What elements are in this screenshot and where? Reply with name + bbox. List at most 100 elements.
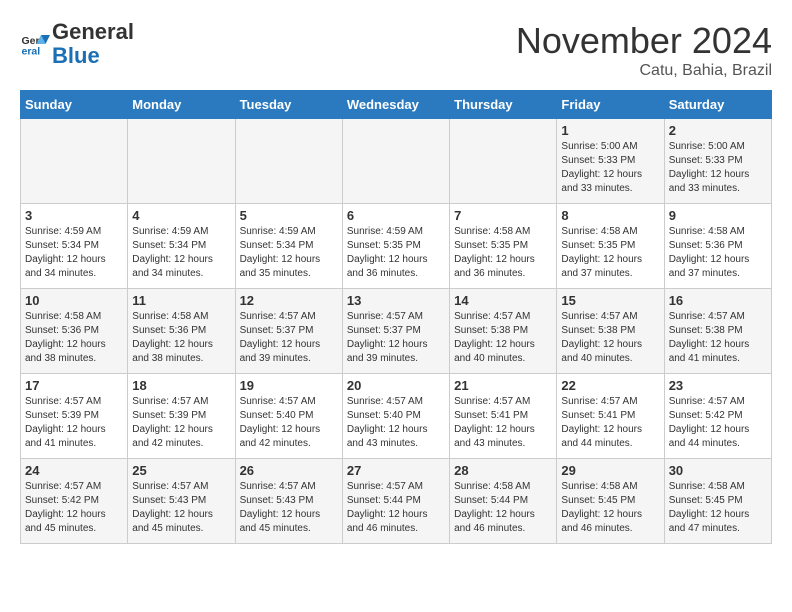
cell-4-6: 30Sunrise: 4:58 AM Sunset: 5:45 PM Dayli… bbox=[664, 459, 771, 544]
header-sunday: Sunday bbox=[21, 91, 128, 119]
day-number: 26 bbox=[240, 463, 338, 478]
day-number: 6 bbox=[347, 208, 445, 223]
day-info: Sunrise: 4:57 AM Sunset: 5:42 PM Dayligh… bbox=[669, 395, 767, 451]
header-saturday: Saturday bbox=[664, 91, 771, 119]
week-row-0: 1 Sunrise: 5:00 AM Sunset: 5:33 PM Daylig… bbox=[21, 119, 772, 204]
logo-line2: Blue bbox=[52, 44, 134, 68]
day-info: Sunrise: 4:57 AM Sunset: 5:38 PM Dayligh… bbox=[454, 310, 552, 366]
cell-1-3: 6 Sunrise: 4:59 AM Sunset: 5:35 PM Daylig… bbox=[342, 204, 449, 289]
day-number: 15 bbox=[561, 293, 659, 308]
day-number: 7 bbox=[454, 208, 552, 223]
day-number: 23 bbox=[669, 378, 767, 393]
day-info: Sunrise: 4:59 AM Sunset: 5:34 PM Dayligh… bbox=[25, 225, 123, 281]
week-row-4: 24 Sunrise: 4:57 AM Sunset: 5:42 PM Dayli… bbox=[21, 459, 772, 544]
cell-3-5: 22Sunrise: 4:57 AM Sunset: 5:41 PM Dayli… bbox=[557, 374, 664, 459]
day-info: Sunrise: 4:57 AM Sunset: 5:40 PM Dayligh… bbox=[347, 395, 445, 451]
day-number: 1 bbox=[561, 123, 659, 138]
cell-1-4: 7 Sunrise: 4:58 AM Sunset: 5:35 PM Daylig… bbox=[450, 204, 557, 289]
logo-icon: Gen eral bbox=[20, 29, 50, 59]
header-tuesday: Tuesday bbox=[235, 91, 342, 119]
cell-2-0: 10Sunrise: 4:58 AM Sunset: 5:36 PM Dayli… bbox=[21, 289, 128, 374]
cell-3-6: 23 Sunrise: 4:57 AM Sunset: 5:42 PM Dayli… bbox=[664, 374, 771, 459]
day-number: 2 bbox=[669, 123, 767, 138]
day-number: 24 bbox=[25, 463, 123, 478]
day-info: Sunrise: 4:57 AM Sunset: 5:39 PM Dayligh… bbox=[132, 395, 230, 451]
day-number: 18 bbox=[132, 378, 230, 393]
header: Gen eral General Blue November 2024 Catu… bbox=[20, 20, 772, 80]
cell-3-2: 19 Sunrise: 4:57 AM Sunset: 5:40 PM Dayli… bbox=[235, 374, 342, 459]
day-info: Sunrise: 4:57 AM Sunset: 5:38 PM Dayligh… bbox=[669, 310, 767, 366]
day-info: Sunrise: 4:57 AM Sunset: 5:41 PM Dayligh… bbox=[454, 395, 552, 451]
day-info: Sunrise: 4:58 AM Sunset: 5:36 PM Dayligh… bbox=[669, 225, 767, 281]
cell-1-6: 9 Sunrise: 4:58 AM Sunset: 5:36 PM Daylig… bbox=[664, 204, 771, 289]
cell-0-2 bbox=[235, 119, 342, 204]
cell-4-4: 28 Sunrise: 4:58 AM Sunset: 5:44 PM Dayli… bbox=[450, 459, 557, 544]
day-number: 13 bbox=[347, 293, 445, 308]
day-number: 21 bbox=[454, 378, 552, 393]
cell-4-1: 25Sunrise: 4:57 AM Sunset: 5:43 PM Dayli… bbox=[128, 459, 235, 544]
logo-text: General Blue bbox=[52, 20, 134, 68]
day-info: Sunrise: 4:58 AM Sunset: 5:35 PM Dayligh… bbox=[454, 225, 552, 281]
cell-4-0: 24 Sunrise: 4:57 AM Sunset: 5:42 PM Dayli… bbox=[21, 459, 128, 544]
day-number: 27 bbox=[347, 463, 445, 478]
cell-3-3: 20Sunrise: 4:57 AM Sunset: 5:40 PM Dayli… bbox=[342, 374, 449, 459]
day-info: Sunrise: 4:57 AM Sunset: 5:37 PM Dayligh… bbox=[347, 310, 445, 366]
day-info: Sunrise: 4:57 AM Sunset: 5:40 PM Dayligh… bbox=[240, 395, 338, 451]
cell-1-5: 8Sunrise: 4:58 AM Sunset: 5:35 PM Daylig… bbox=[557, 204, 664, 289]
logo-line1: General bbox=[52, 20, 134, 44]
month-title: November 2024 bbox=[516, 20, 772, 62]
cell-1-0: 3Sunrise: 4:59 AM Sunset: 5:34 PM Daylig… bbox=[21, 204, 128, 289]
cell-3-1: 18 Sunrise: 4:57 AM Sunset: 5:39 PM Dayli… bbox=[128, 374, 235, 459]
day-number: 12 bbox=[240, 293, 338, 308]
day-number: 16 bbox=[669, 293, 767, 308]
day-info: Sunrise: 4:59 AM Sunset: 5:34 PM Dayligh… bbox=[132, 225, 230, 281]
cell-1-1: 4 Sunrise: 4:59 AM Sunset: 5:34 PM Daylig… bbox=[128, 204, 235, 289]
cell-3-0: 17 Sunrise: 4:57 AM Sunset: 5:39 PM Dayli… bbox=[21, 374, 128, 459]
day-info: Sunrise: 4:57 AM Sunset: 5:42 PM Dayligh… bbox=[25, 480, 123, 536]
cell-4-2: 26 Sunrise: 4:57 AM Sunset: 5:43 PM Dayli… bbox=[235, 459, 342, 544]
cell-2-3: 13 Sunrise: 4:57 AM Sunset: 5:37 PM Dayli… bbox=[342, 289, 449, 374]
cell-2-2: 12 Sunrise: 4:57 AM Sunset: 5:37 PM Dayli… bbox=[235, 289, 342, 374]
day-info: Sunrise: 4:57 AM Sunset: 5:37 PM Dayligh… bbox=[240, 310, 338, 366]
header-wednesday: Wednesday bbox=[342, 91, 449, 119]
cell-1-2: 5Sunrise: 4:59 AM Sunset: 5:34 PM Daylig… bbox=[235, 204, 342, 289]
title-area: November 2024 Catu, Bahia, Brazil bbox=[516, 20, 772, 80]
cell-3-4: 21 Sunrise: 4:57 AM Sunset: 5:41 PM Dayli… bbox=[450, 374, 557, 459]
calendar-table: Sunday Monday Tuesday Wednesday Thursday… bbox=[20, 90, 772, 544]
cell-0-1 bbox=[128, 119, 235, 204]
day-info: Sunrise: 4:58 AM Sunset: 5:45 PM Dayligh… bbox=[561, 480, 659, 536]
day-number: 22 bbox=[561, 378, 659, 393]
location: Catu, Bahia, Brazil bbox=[516, 62, 772, 80]
day-number: 19 bbox=[240, 378, 338, 393]
day-number: 9 bbox=[669, 208, 767, 223]
day-info: Sunrise: 4:58 AM Sunset: 5:44 PM Dayligh… bbox=[454, 480, 552, 536]
day-number: 5 bbox=[240, 208, 338, 223]
day-info: Sunrise: 4:57 AM Sunset: 5:43 PM Dayligh… bbox=[240, 480, 338, 536]
cell-2-5: 15 Sunrise: 4:57 AM Sunset: 5:38 PM Dayli… bbox=[557, 289, 664, 374]
day-info: Sunrise: 4:57 AM Sunset: 5:38 PM Dayligh… bbox=[561, 310, 659, 366]
week-row-3: 17 Sunrise: 4:57 AM Sunset: 5:39 PM Dayli… bbox=[21, 374, 772, 459]
cell-0-4 bbox=[450, 119, 557, 204]
week-row-2: 10Sunrise: 4:58 AM Sunset: 5:36 PM Dayli… bbox=[21, 289, 772, 374]
cell-4-5: 29 Sunrise: 4:58 AM Sunset: 5:45 PM Dayli… bbox=[557, 459, 664, 544]
day-number: 4 bbox=[132, 208, 230, 223]
day-info: Sunrise: 4:58 AM Sunset: 5:35 PM Dayligh… bbox=[561, 225, 659, 281]
logo: Gen eral General Blue bbox=[20, 20, 134, 68]
header-friday: Friday bbox=[557, 91, 664, 119]
day-number: 28 bbox=[454, 463, 552, 478]
cell-2-6: 16 Sunrise: 4:57 AM Sunset: 5:38 PM Dayli… bbox=[664, 289, 771, 374]
day-number: 30 bbox=[669, 463, 767, 478]
cell-2-4: 14Sunrise: 4:57 AM Sunset: 5:38 PM Dayli… bbox=[450, 289, 557, 374]
day-number: 17 bbox=[25, 378, 123, 393]
week-row-1: 3Sunrise: 4:59 AM Sunset: 5:34 PM Daylig… bbox=[21, 204, 772, 289]
header-row: Sunday Monday Tuesday Wednesday Thursday… bbox=[21, 91, 772, 119]
day-info: Sunrise: 4:59 AM Sunset: 5:35 PM Dayligh… bbox=[347, 225, 445, 281]
day-info: Sunrise: 5:00 AM Sunset: 5:33 PM Dayligh… bbox=[561, 140, 659, 196]
cell-0-5: 1 Sunrise: 5:00 AM Sunset: 5:33 PM Daylig… bbox=[557, 119, 664, 204]
day-info: Sunrise: 4:57 AM Sunset: 5:39 PM Dayligh… bbox=[25, 395, 123, 451]
day-number: 29 bbox=[561, 463, 659, 478]
cell-0-6: 2Sunrise: 5:00 AM Sunset: 5:33 PM Daylig… bbox=[664, 119, 771, 204]
day-info: Sunrise: 4:58 AM Sunset: 5:36 PM Dayligh… bbox=[25, 310, 123, 366]
header-monday: Monday bbox=[128, 91, 235, 119]
header-thursday: Thursday bbox=[450, 91, 557, 119]
